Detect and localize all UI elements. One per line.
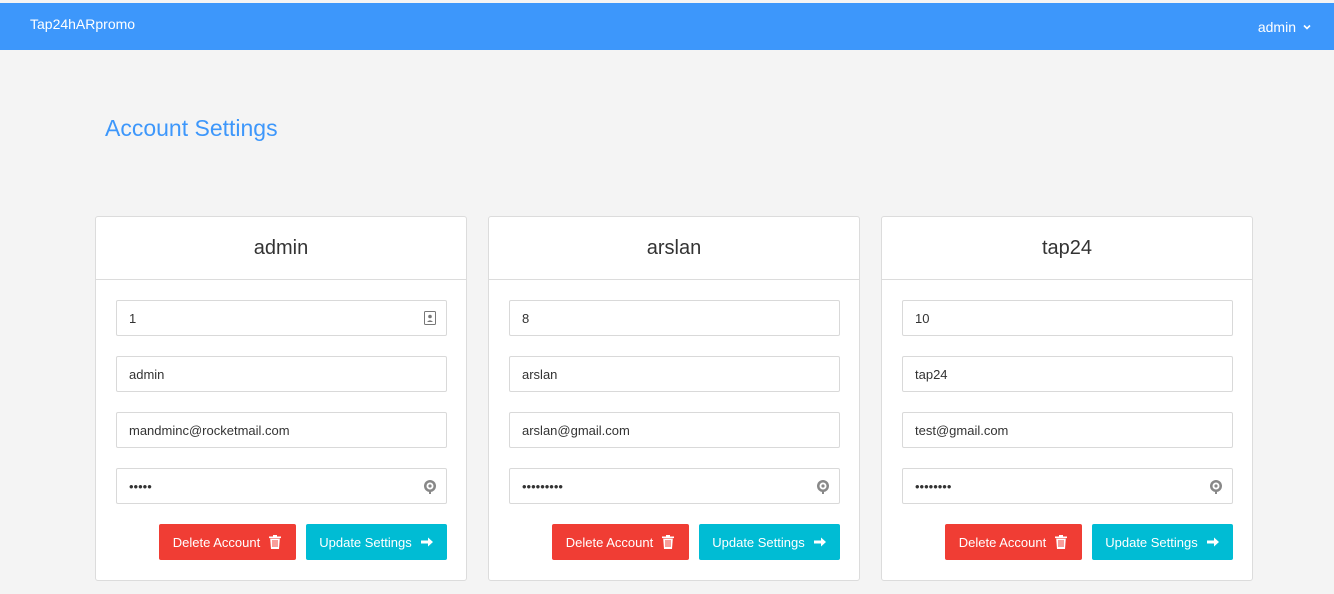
password-reveal-icon[interactable]	[422, 478, 438, 494]
account-card-tap24: tap24 •••••••• Delete Account	[881, 216, 1253, 581]
brand-link[interactable]: Tap24hARpromo	[30, 16, 135, 32]
username-input[interactable]	[915, 366, 1220, 382]
password-reveal-icon[interactable]	[1208, 478, 1224, 494]
user-menu-dropdown[interactable]: admin	[1258, 19, 1312, 35]
delete-account-label: Delete Account	[958, 534, 1047, 550]
trash-icon	[1055, 535, 1068, 549]
contact-card-icon[interactable]	[422, 310, 438, 326]
email-field[interactable]	[902, 412, 1233, 448]
username-field[interactable]	[116, 356, 447, 392]
id-field[interactable]	[902, 300, 1233, 336]
chevron-down-icon	[1303, 24, 1311, 30]
password-field[interactable]: •••••••••	[509, 468, 840, 504]
delete-account-label: Delete Account	[565, 534, 654, 550]
email-input[interactable]	[522, 422, 827, 438]
password-field[interactable]: ••••••••	[902, 468, 1233, 504]
password-value[interactable]: •••••••••	[522, 479, 563, 494]
email-input[interactable]	[915, 422, 1220, 438]
update-settings-label: Update Settings	[712, 534, 805, 550]
update-settings-label: Update Settings	[1105, 534, 1198, 550]
id-field[interactable]	[509, 300, 840, 336]
account-card-title: admin	[96, 217, 466, 280]
update-settings-button[interactable]: Update Settings	[306, 524, 447, 560]
id-field[interactable]	[116, 300, 447, 336]
trash-icon	[662, 535, 675, 549]
password-reveal-icon[interactable]	[815, 478, 831, 494]
delete-account-button[interactable]: Delete Account	[159, 524, 296, 560]
user-menu-label: admin	[1257, 19, 1296, 35]
password-value[interactable]: ••••••••	[915, 479, 951, 494]
account-card-title: arslan	[489, 217, 859, 280]
delete-account-button[interactable]: Delete Account	[945, 524, 1082, 560]
email-field[interactable]	[116, 412, 447, 448]
account-card-arslan: arslan ••••••••• Delete Account	[488, 216, 860, 581]
username-field[interactable]	[509, 356, 840, 392]
delete-account-label: Delete Account	[172, 534, 261, 550]
password-field[interactable]: •••••	[116, 468, 447, 504]
arrow-right-icon	[420, 537, 433, 547]
page-title: Account Settings	[105, 115, 278, 141]
username-field[interactable]	[902, 356, 1233, 392]
account-card-admin: admin ••••• Delete Account	[95, 216, 467, 581]
username-input[interactable]	[522, 366, 827, 382]
password-value[interactable]: •••••	[129, 479, 152, 494]
top-navbar: Tap24hARpromo admin	[0, 3, 1334, 50]
trash-icon	[269, 535, 282, 549]
delete-account-button[interactable]: Delete Account	[552, 524, 689, 560]
arrow-right-icon	[1206, 537, 1219, 547]
account-card-title: tap24	[882, 217, 1252, 280]
id-input[interactable]	[915, 310, 1220, 326]
username-input[interactable]	[129, 366, 434, 382]
email-field[interactable]	[509, 412, 840, 448]
id-input[interactable]	[522, 310, 827, 326]
arrow-right-icon	[813, 537, 826, 547]
id-input[interactable]	[129, 310, 434, 326]
email-input[interactable]	[129, 422, 434, 438]
update-settings-button[interactable]: Update Settings	[699, 524, 840, 560]
update-settings-button[interactable]: Update Settings	[1092, 524, 1233, 560]
update-settings-label: Update Settings	[319, 534, 412, 550]
